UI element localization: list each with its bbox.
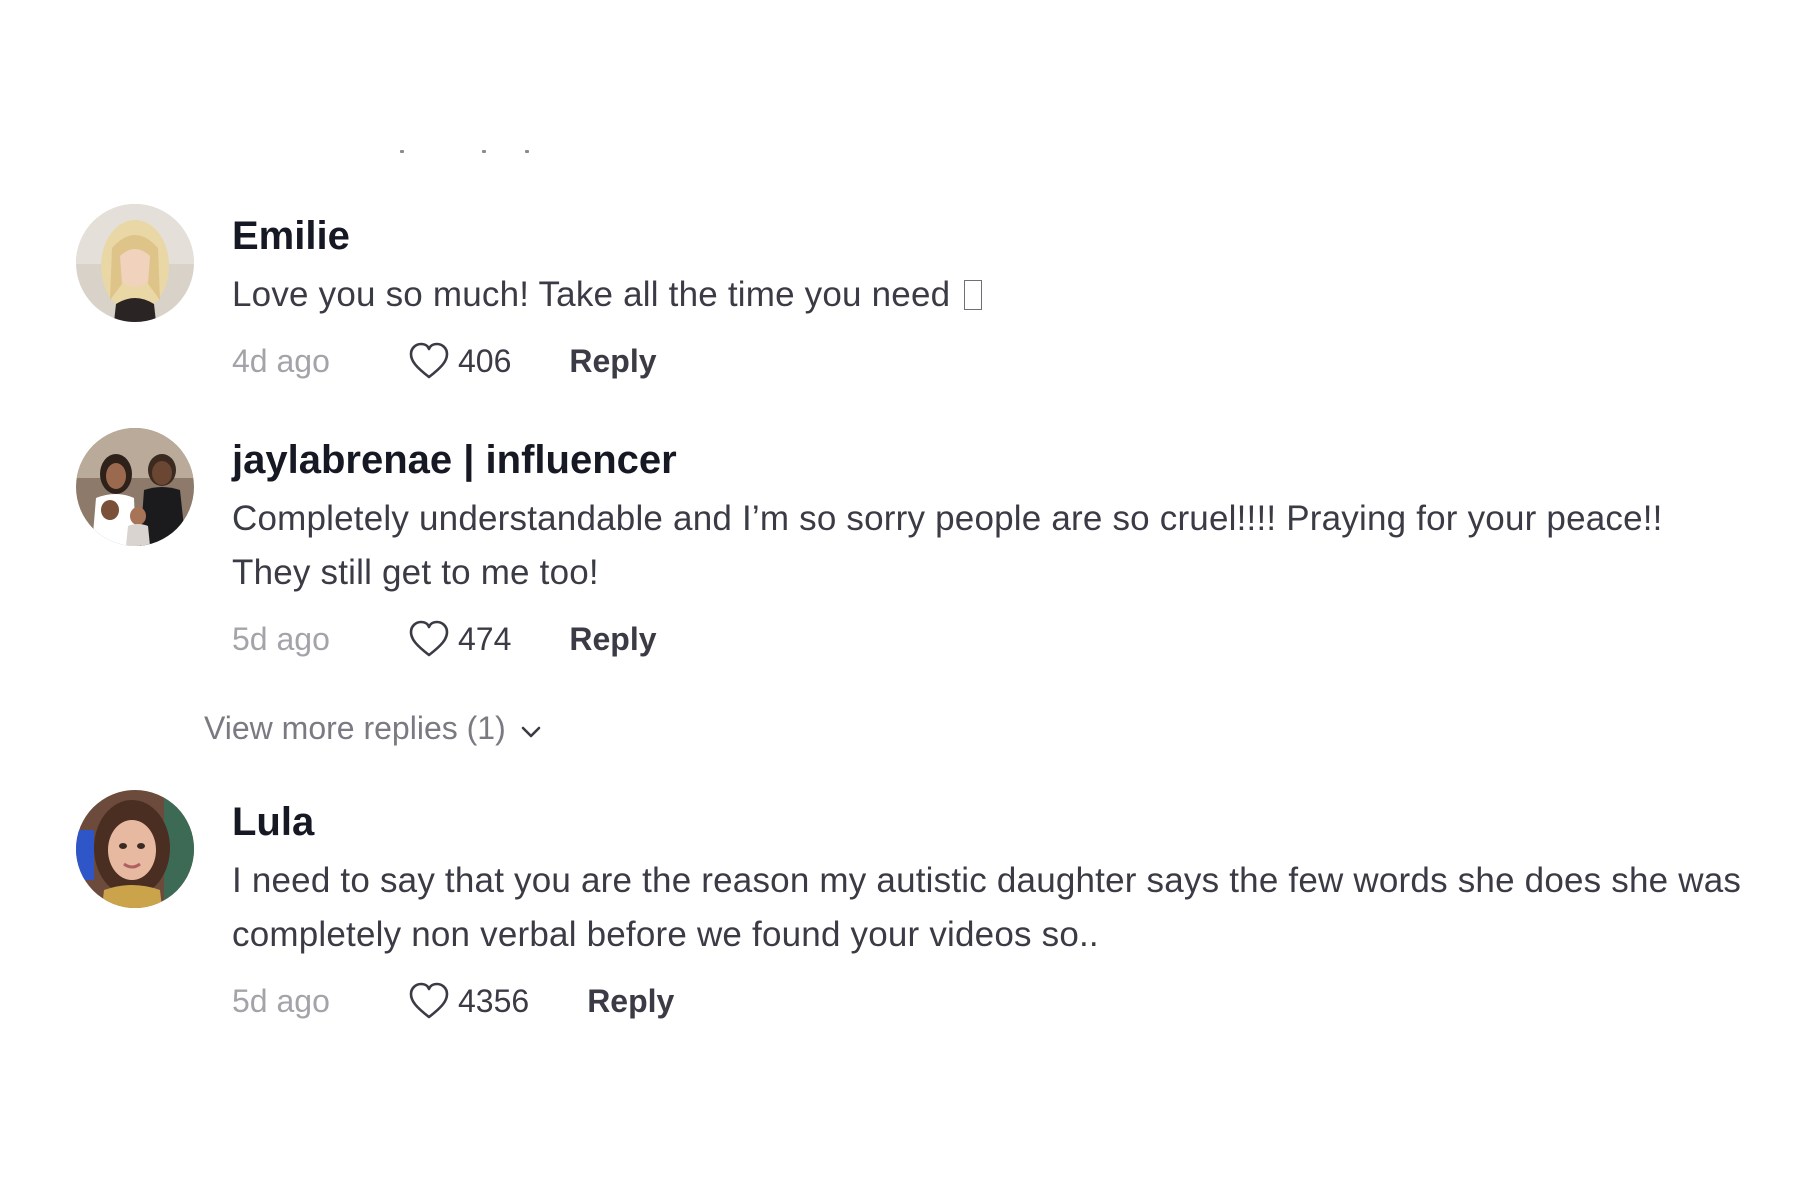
like-count: 406 <box>458 342 512 379</box>
comment-list: Emilie Love you so much! Take all the ti… <box>0 0 1800 1200</box>
reply-button[interactable]: Reply <box>569 343 656 380</box>
missing-glyph-box <box>964 280 983 310</box>
comment-text: Love you so much! Take all the time you … <box>232 268 1792 322</box>
avatar[interactable] <box>76 790 194 908</box>
view-more-replies-button[interactable]: View more replies (1) <box>204 710 542 747</box>
like-button[interactable]: 474 <box>408 620 511 658</box>
view-more-replies-label: View more replies (1) <box>204 710 506 746</box>
chevron-down-icon <box>521 726 541 737</box>
comment-meta: 5d ago 4356 Reply <box>232 976 1792 1026</box>
reply-button[interactable]: Reply <box>569 621 656 658</box>
heart-outline-icon <box>409 342 449 379</box>
heart-outline-icon <box>409 620 449 657</box>
like-count: 474 <box>458 620 512 657</box>
like-button[interactable]: 4356 <box>408 982 529 1020</box>
comment-text: I need to say that you are the reason my… <box>232 861 1742 954</box>
comment-username[interactable]: Emilie <box>232 212 1792 260</box>
comment-timestamp: 5d ago <box>232 620 330 657</box>
comment-timestamp: 5d ago <box>232 982 330 1019</box>
comment-timestamp: 4d ago <box>232 342 330 379</box>
heart-outline-icon <box>409 982 449 1019</box>
comment-text: Completely understandable and I’m so sor… <box>232 499 1663 592</box>
like-count: 4356 <box>458 982 530 1019</box>
comment-username[interactable]: Lula <box>232 798 1792 846</box>
avatar[interactable] <box>76 428 194 546</box>
truncated-text-fragment <box>400 150 540 156</box>
comment-text-content: Love you so much! Take all the time you … <box>232 275 951 314</box>
avatar[interactable] <box>76 204 194 322</box>
reply-button[interactable]: Reply <box>587 983 674 1020</box>
comment-meta: 4d ago 406 Reply <box>232 336 1792 386</box>
comment-username[interactable]: jaylabrenae | influencer <box>232 436 1792 484</box>
comment-meta: 5d ago 474 Reply <box>232 614 1792 664</box>
like-button[interactable]: 406 <box>408 342 511 380</box>
